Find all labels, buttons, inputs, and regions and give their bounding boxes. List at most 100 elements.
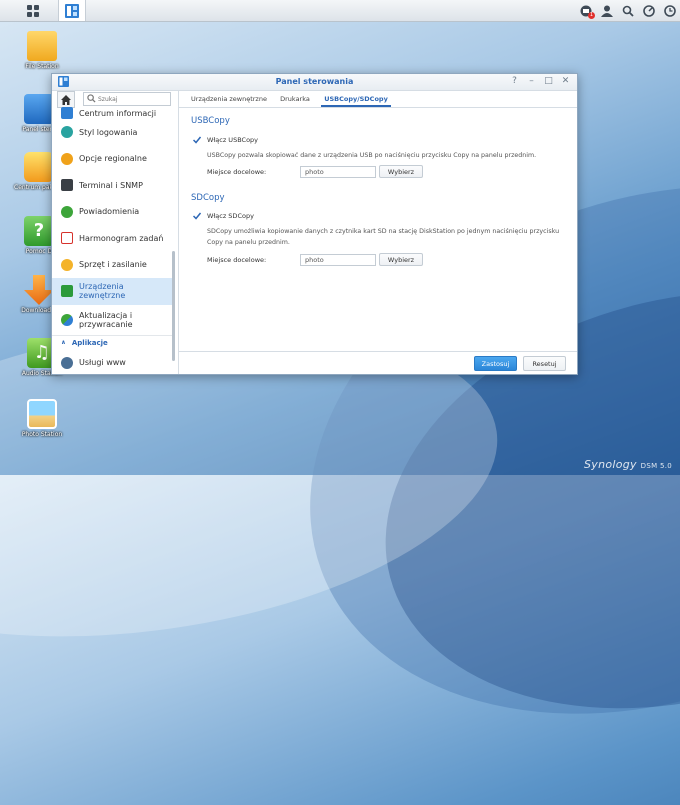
terminal-icon [61, 179, 73, 192]
desktop-icon-label: Photo Station [21, 431, 63, 438]
sdcopy-description: SDCopy umożliwia kopiowanie danych z czy… [207, 228, 560, 246]
tab-printer[interactable]: Drukarka [275, 91, 315, 107]
checkmark-icon [193, 212, 201, 220]
taskbar-control-panel-button[interactable] [58, 0, 86, 21]
search-field[interactable] [83, 92, 171, 106]
close-button[interactable]: ✕ [560, 76, 571, 87]
widgets-button[interactable] [642, 4, 655, 17]
sdcopy-destination-row: Miejsce docelowe: Wybierz [207, 253, 423, 266]
sidebar-item-login-style[interactable]: Styl logowania [52, 119, 172, 146]
apps-grid-button[interactable] [20, 0, 46, 21]
checkbox-label: Włącz USBCopy [207, 136, 259, 144]
checkbox-label: Włącz SDCopy [207, 212, 254, 220]
window-titlebar[interactable]: Panel sterowania ? – □ ✕ [52, 74, 577, 91]
destination-label: Miejsce docelowe: [207, 255, 267, 264]
sidebar-item-label: Styl logowania [79, 127, 138, 137]
search-icon [87, 94, 96, 103]
sidebar-item-info-center[interactable]: Centrum informacji [52, 107, 172, 119]
sidebar-item-label: Centrum informacji [79, 108, 157, 118]
destination-label: Miejsce docelowe: [207, 167, 267, 176]
control-panel-icon [65, 3, 79, 18]
usbcopy-browse-button[interactable]: Wybierz [379, 165, 423, 178]
desktop-icon-label: File Station [25, 63, 59, 70]
task-scheduler-icon [61, 232, 73, 245]
sdcopy-section-title: SDCopy [191, 193, 225, 203]
search-input[interactable] [98, 94, 166, 104]
external-devices-icon [61, 285, 73, 298]
sidebar-item-label: Usługi www [79, 358, 126, 368]
tab-usbcopy-sdcopy[interactable]: USBCopy/SDCopy [321, 91, 391, 107]
apply-button[interactable]: Zastosuj [474, 356, 517, 371]
download-icon [24, 275, 54, 305]
tab-external-devices[interactable]: Urządzenia zewnętrzne [189, 91, 269, 107]
home-icon [61, 94, 71, 105]
notifications-button[interactable]: 1 [579, 4, 595, 19]
tab-bar: Urządzenia zewnętrzne Drukarka USBCopy/S… [179, 91, 577, 108]
sidebar-item-notifications[interactable]: Powiadomienia [52, 199, 172, 226]
synology-brand: Synology DSM 5.0 [584, 458, 672, 471]
sidebar-item-task-scheduler[interactable]: Harmonogram zadań [52, 225, 172, 252]
hardware-power-icon [61, 258, 73, 271]
minimize-button[interactable]: – [526, 76, 537, 87]
package-center-icon [24, 152, 54, 182]
clock-button[interactable] [663, 4, 676, 17]
web-services-icon [61, 356, 73, 369]
search-icon [622, 5, 634, 17]
help-button[interactable]: ? [509, 76, 520, 87]
clock-icon [663, 4, 676, 17]
sidebar-item-label: Harmonogram zadań [79, 233, 164, 243]
sidebar-item-label: Urządzenia zewnętrzne [79, 282, 126, 301]
photo-icon [27, 399, 57, 429]
usbcopy-destination-row: Miejsce docelowe: Wybierz [207, 165, 423, 178]
desktop-icon-photo-station[interactable]: Photo Station [17, 399, 67, 438]
taskbar: 1 [0, 0, 680, 22]
sidebar-item-hardware-power[interactable]: Sprzęt i zasilanie [52, 252, 172, 279]
login-style-icon [61, 126, 73, 139]
user-button[interactable] [600, 4, 613, 17]
sidebar-scrollbar[interactable] [172, 251, 175, 361]
widgets-icon [642, 4, 655, 17]
usbcopy-destination-input[interactable] [300, 165, 376, 178]
home-button[interactable] [57, 91, 75, 108]
usbcopy-enable-checkbox[interactable]: Włącz USBCopy [193, 136, 258, 144]
folder-icon [27, 31, 57, 61]
desktop-icon-file-station[interactable]: File Station [17, 31, 67, 70]
sidebar-item-label: Sprzęt i zasilanie [79, 260, 147, 270]
notification-badge: 1 [588, 12, 595, 19]
sdcopy-browse-button[interactable]: Wybierz [379, 253, 423, 266]
window-footer: Zastosuj Resetuj [179, 351, 577, 375]
sidebar-item-web-services[interactable]: Usługi www [52, 350, 172, 375]
search-button[interactable] [621, 4, 634, 17]
window-title: Panel sterowania [275, 77, 354, 86]
usbcopy-section-title: USBCopy [191, 116, 230, 126]
help-icon: ? [24, 216, 54, 246]
sidebar-list: Centrum informacji Styl logowania Opcje … [52, 107, 172, 374]
chevron-up-icon: ∧ [61, 339, 66, 346]
usbcopy-description: USBCopy pozwala skopiować dane z urządze… [207, 152, 537, 159]
info-center-icon [61, 107, 73, 119]
update-restore-icon [61, 313, 73, 326]
sidebar-section-apps[interactable]: ∧ Aplikacje [52, 334, 172, 350]
maximize-button[interactable]: □ [543, 76, 554, 87]
sidebar-item-external-devices[interactable]: Urządzenia zewnętrzne [52, 278, 172, 305]
sidebar-section-label: Aplikacje [71, 338, 108, 347]
sdcopy-destination-input[interactable] [300, 253, 376, 266]
notification-icon [61, 205, 73, 218]
sidebar-item-regional-options[interactable]: Opcje regionalne [52, 146, 172, 173]
sidebar-item-label: Aktualizacja i przywracanie [79, 310, 133, 329]
control-panel-window: Panel sterowania ? – □ ✕ Centrum informa… [51, 73, 578, 375]
sidebar-item-update-restore[interactable]: Aktualizacja i przywracanie [52, 305, 172, 335]
sidebar-item-label: Powiadomienia [79, 207, 140, 217]
sidebar: Centrum informacji Styl logowania Opcje … [52, 91, 179, 374]
apps-grid-icon [27, 4, 39, 17]
sidebar-item-label: Terminal i SNMP [79, 180, 143, 190]
main-panel: Urządzenia zewnętrzne Drukarka USBCopy/S… [179, 91, 577, 374]
user-icon [600, 5, 613, 17]
sidebar-item-label: Opcje regionalne [79, 154, 147, 164]
sdcopy-enable-checkbox[interactable]: Włącz SDCopy [193, 212, 254, 220]
reset-button[interactable]: Resetuj [523, 356, 566, 371]
checkmark-icon [193, 136, 201, 144]
regional-options-icon [61, 152, 73, 165]
brand-version: DSM 5.0 [640, 462, 672, 470]
sidebar-item-terminal[interactable]: Terminal i SNMP [52, 172, 172, 199]
